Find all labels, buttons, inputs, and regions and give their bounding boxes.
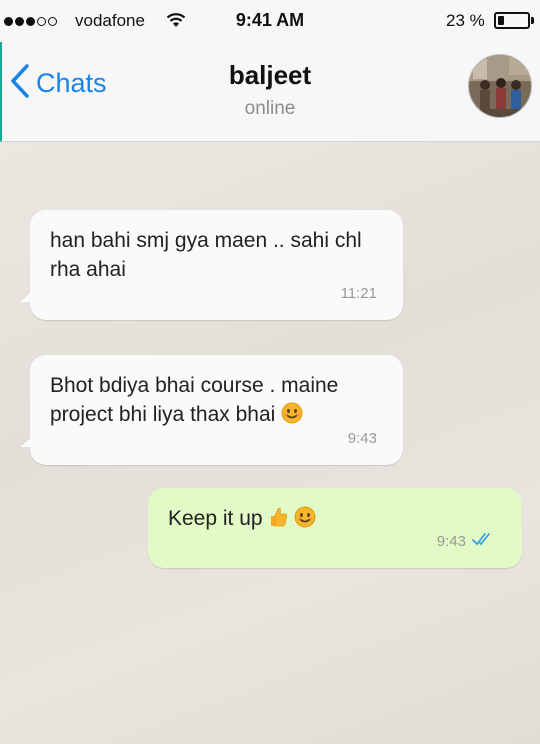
battery-icon — [494, 12, 530, 29]
contact-name[interactable]: baljeet — [2, 60, 538, 91]
message-text: han bahi smj gya maen .. sahi chl rha ah… — [50, 229, 362, 281]
contact-status: online — [244, 98, 296, 119]
message-timestamp: 9:43 — [436, 533, 466, 550]
message-list[interactable]: han bahi smj gya maen .. sahi chl rha ah… — [0, 142, 540, 744]
message-timestamp: 9:43 — [347, 430, 377, 447]
chat-screen: vodafone 9:41 AM 23 % Chats baljeet onli… — [0, 0, 540, 744]
status-bar: vodafone 9:41 AM 23 % — [0, 0, 540, 42]
battery-tip — [531, 17, 534, 24]
message-time: 11:21 — [341, 279, 377, 308]
double-check-read-icon — [472, 527, 496, 556]
message-time: 9:43 — [348, 424, 377, 453]
message-time: 9:43 — [437, 527, 496, 556]
smiling-face-icon — [294, 506, 316, 536]
conversation-header: Chats baljeet online — [0, 42, 540, 142]
message-bubble-incoming[interactable]: han bahi smj gya maen .. sahi chl rha ah… — [20, 210, 403, 320]
message-timestamp: 11:21 — [340, 285, 377, 302]
battery-fill — [498, 16, 504, 25]
message-bubble-outgoing[interactable]: Keep it up 9:43 — [148, 488, 522, 568]
contact-avatar[interactable] — [468, 54, 532, 118]
smiling-face-icon — [281, 402, 303, 432]
bubble-tail — [20, 435, 34, 447]
message-body: Keep it up — [168, 507, 263, 530]
message-text: Bhot bdiya bhai course . maine project b… — [50, 371, 385, 432]
bubble-tail — [20, 290, 34, 302]
thumbs-up-icon — [268, 506, 288, 536]
battery-percentage: 23 % — [446, 11, 485, 30]
message-bubble-incoming[interactable]: Bhot bdiya bhai course . maine project b… — [20, 355, 403, 465]
